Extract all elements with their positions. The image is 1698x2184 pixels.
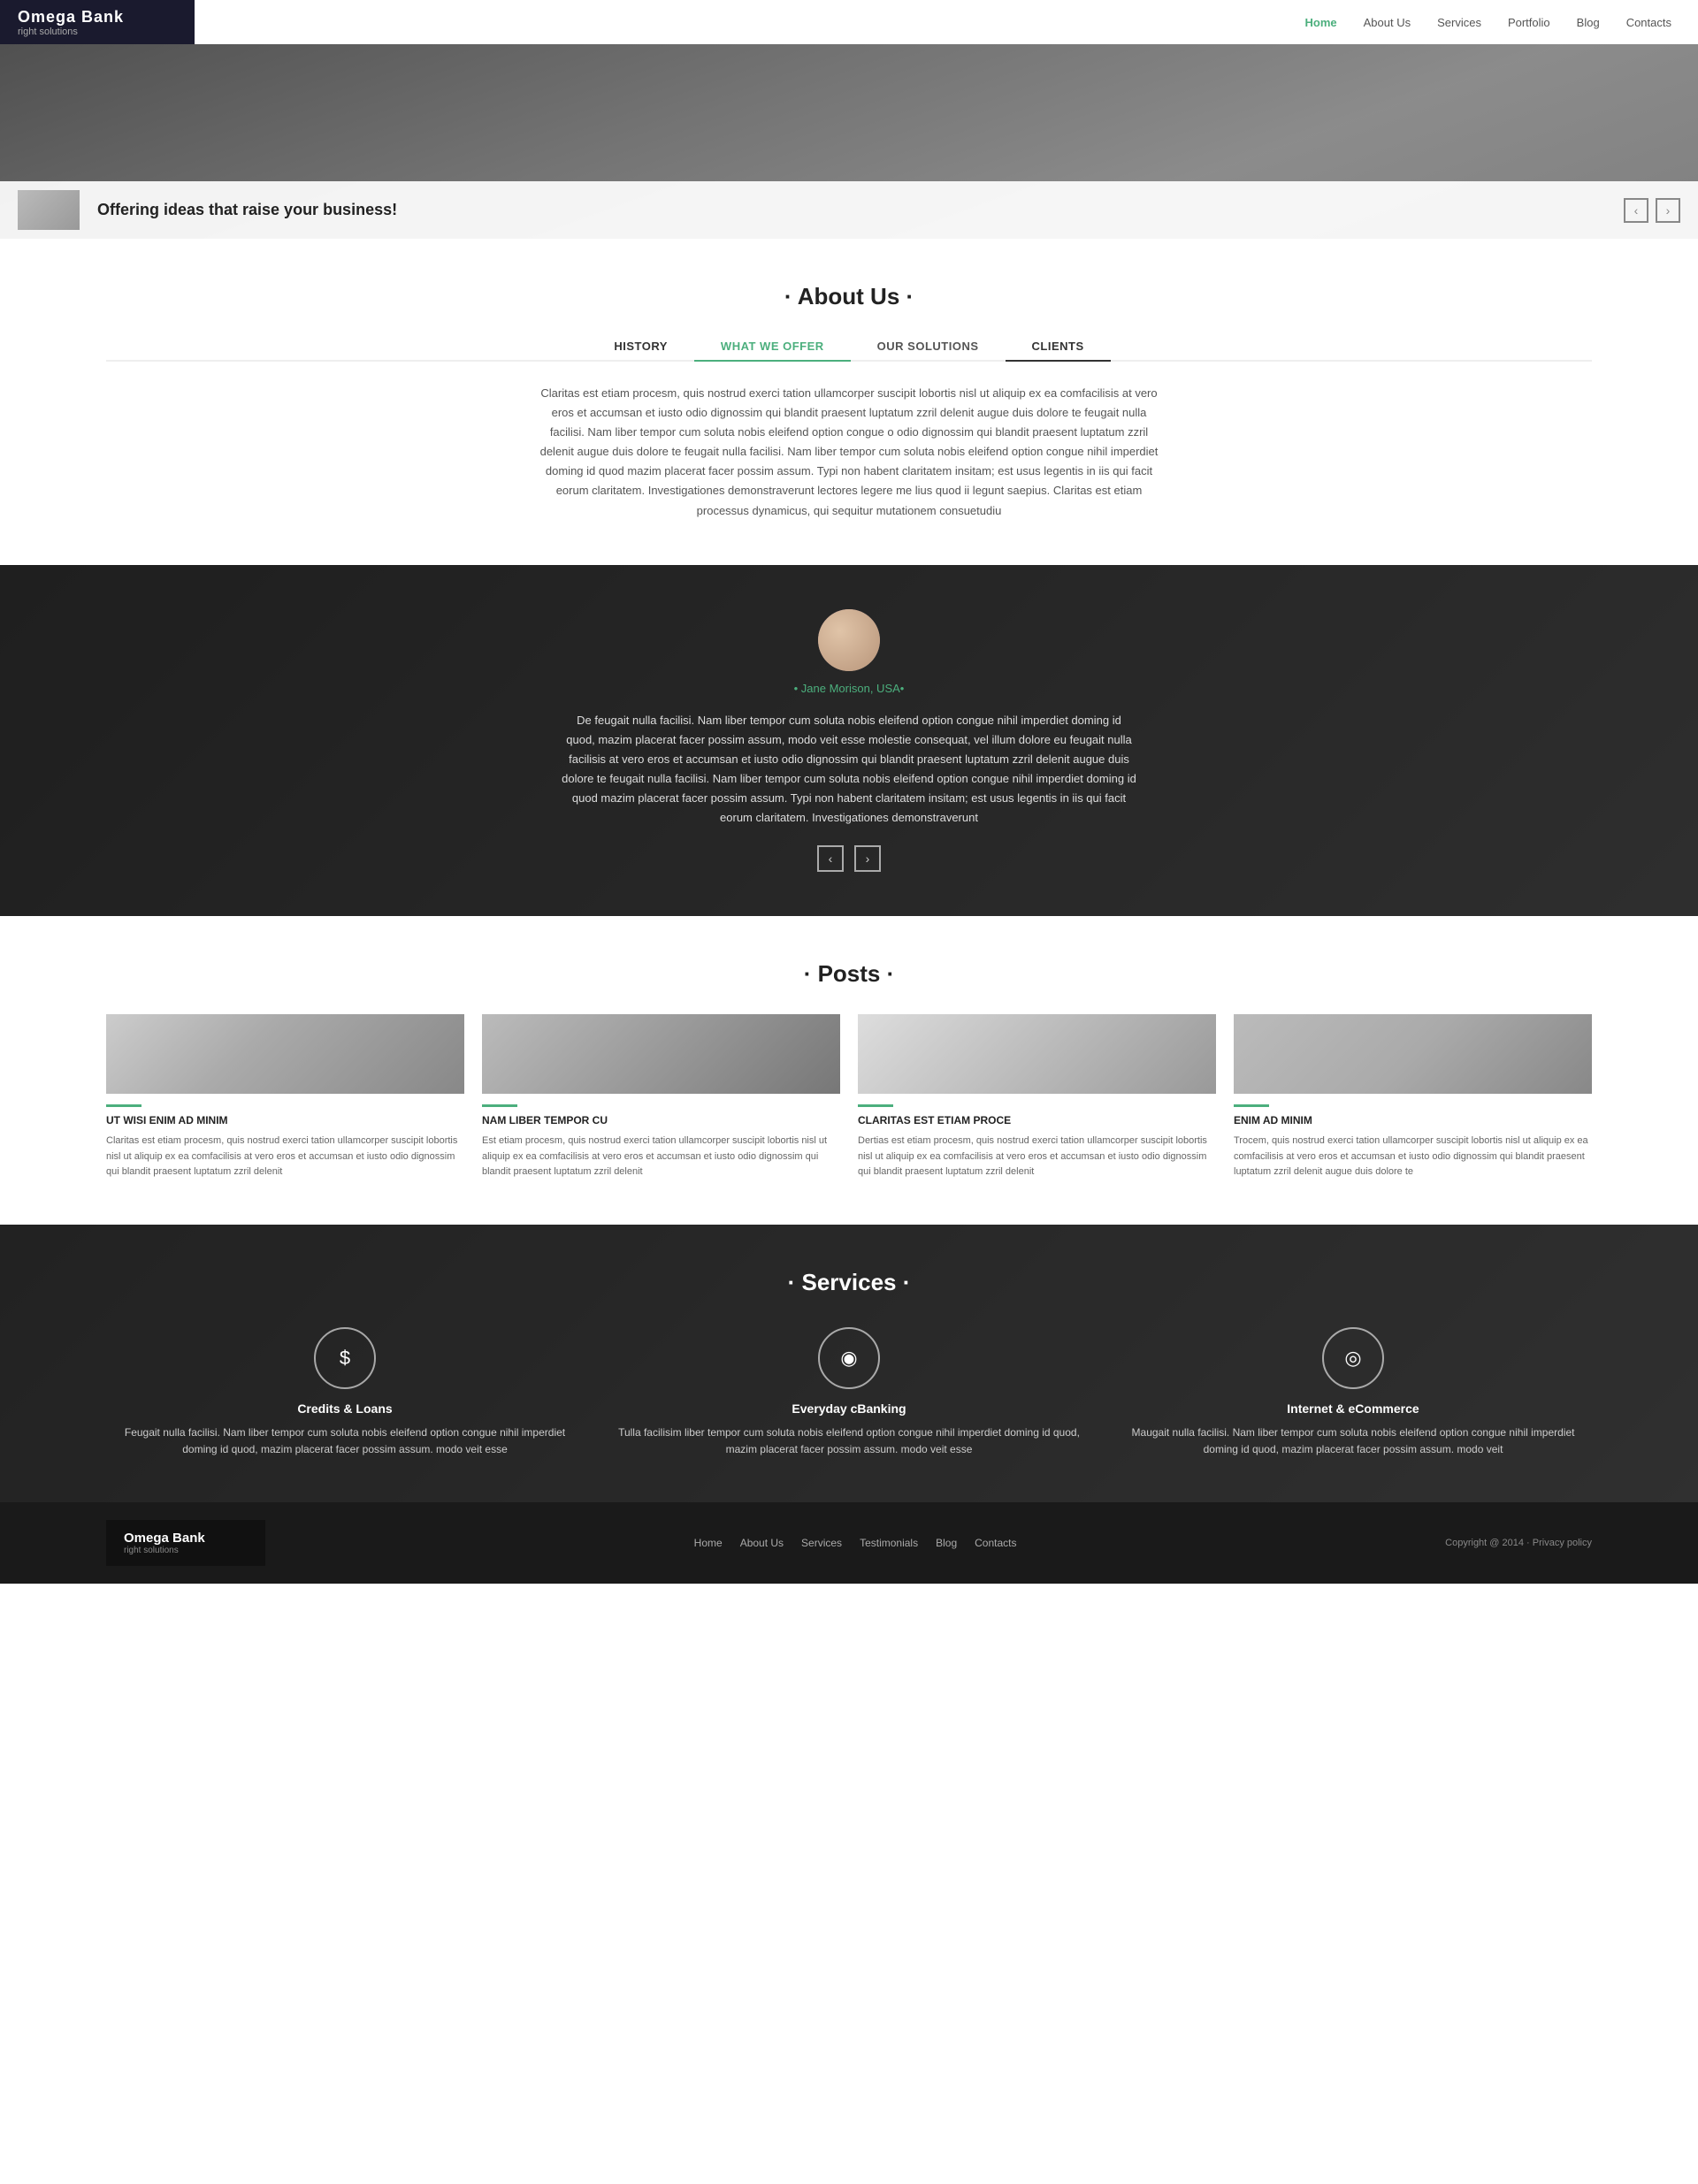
hero-arrows: ‹ › [1624, 198, 1680, 223]
about-content: Claritas est etiam procesm, quis nostrud… [539, 384, 1159, 521]
footer-nav-item-blog[interactable]: Blog [936, 1537, 957, 1549]
post-text-2: Dertias est etiam procesm, quis nostrud … [858, 1134, 1216, 1180]
post-bar-1 [482, 1104, 517, 1107]
post-image-0 [106, 1014, 464, 1094]
nav-item-contacts[interactable]: Contacts [1626, 16, 1671, 29]
hero-next-arrow[interactable]: › [1656, 198, 1680, 223]
post-text-0: Claritas est etiam procesm, quis nostrud… [106, 1134, 464, 1180]
nav-item-services[interactable]: Services [1437, 16, 1481, 29]
service-desc-1: Tulla facilisim liber tempor cum soluta … [610, 1424, 1088, 1458]
posts-title: · Posts · [106, 960, 1592, 988]
service-item-0: $ Credits & Loans Feugait nulla facilisi… [106, 1327, 584, 1458]
service-icon-0: $ [314, 1327, 376, 1389]
post-card-2: CLARITAS EST ETIAM PROCE Dertias est eti… [858, 1014, 1216, 1180]
posts-grid: UT WISI ENIM AD MINIM Claritas est etiam… [106, 1014, 1592, 1180]
services-grid: $ Credits & Loans Feugait nulla facilisi… [106, 1327, 1592, 1458]
post-bar-3 [1234, 1104, 1269, 1107]
post-card-1: NAM LIBER TEMPOR CU Est etiam procesm, q… [482, 1014, 840, 1180]
tab-history[interactable]: HISTORY [587, 332, 694, 360]
post-image-3 [1234, 1014, 1592, 1094]
post-title-0: UT WISI ENIM AD MINIM [106, 1114, 464, 1126]
footer-logo: Omega Bank right solutions [106, 1520, 265, 1566]
logo-area: Omega Bank right solutions [0, 0, 195, 44]
testimonial-arrows: ‹ › [106, 845, 1592, 872]
post-title-1: NAM LIBER TEMPOR CU [482, 1114, 840, 1126]
nav-item-blog[interactable]: Blog [1577, 16, 1600, 29]
testimonial-text: De feugait nulla facilisi. Nam liber tem… [562, 711, 1136, 829]
logo-subtitle: right solutions [18, 27, 177, 37]
footer-nav-item-contacts[interactable]: Contacts [975, 1537, 1016, 1549]
post-image-1 [482, 1014, 840, 1094]
post-card-3: ENIM AD MINIM Trocem, quis nostrud exerc… [1234, 1014, 1592, 1180]
nav-item-home[interactable]: Home [1304, 16, 1336, 29]
footer-logo-subtitle: right solutions [124, 1546, 248, 1555]
service-desc-0: Feugait nulla facilisi. Nam liber tempor… [106, 1424, 584, 1458]
services-section: · Services · $ Credits & Loans Feugait n… [0, 1225, 1698, 1502]
post-card-0: UT WISI ENIM AD MINIM Claritas est etiam… [106, 1014, 464, 1180]
about-tabs: HISTORYWHAT WE OFFEROUR SOLUTIONSCLIENTS [106, 332, 1592, 362]
hero-prev-arrow[interactable]: ‹ [1624, 198, 1648, 223]
footer-nav-item-about-us[interactable]: About Us [740, 1537, 784, 1549]
hero-text: Offering ideas that raise your business! [97, 201, 1606, 219]
avatar [818, 609, 880, 671]
testimonial-next-arrow[interactable]: › [854, 845, 881, 872]
services-title: · Services · [106, 1269, 1592, 1296]
post-bar-2 [858, 1104, 893, 1107]
tab-our-solutions[interactable]: OUR SOLUTIONS [851, 332, 1006, 360]
logo-title: Omega Bank [18, 8, 177, 27]
post-image-2 [858, 1014, 1216, 1094]
post-title-3: ENIM AD MINIM [1234, 1114, 1592, 1126]
footer-copyright: Copyright @ 2014 · Privacy policy [1445, 1538, 1592, 1548]
nav-item-portfolio[interactable]: Portfolio [1508, 16, 1550, 29]
service-item-1: ◉ Everyday cBanking Tulla facilisim libe… [610, 1327, 1088, 1458]
service-name-1: Everyday cBanking [610, 1401, 1088, 1416]
post-bar-0 [106, 1104, 142, 1107]
post-title-2: CLARITAS EST ETIAM PROCE [858, 1114, 1216, 1126]
about-section: · About Us · HISTORYWHAT WE OFFEROUR SOL… [0, 239, 1698, 565]
hero-thumbnail [18, 190, 80, 230]
post-text-1: Est etiam procesm, quis nostrud exerci t… [482, 1134, 840, 1180]
about-title: · About Us · [106, 283, 1592, 310]
footer-nav: Home About Us Services Testimonials Blog Cont… [694, 1537, 1017, 1549]
testimonial-name: Jane Morison, USA [106, 682, 1592, 695]
footer-nav-item-testimonials[interactable]: Testimonials [860, 1537, 918, 1549]
main-nav: Home About Us Services Portfolio Blog Contact… [195, 0, 1698, 44]
service-name-2: Internet & eCommerce [1114, 1401, 1592, 1416]
footer-nav-item-home[interactable]: Home [694, 1537, 723, 1549]
nav-item-about-us[interactable]: About Us [1364, 16, 1411, 29]
hero-banner: Offering ideas that raise your business!… [0, 181, 1698, 239]
service-name-0: Credits & Loans [106, 1401, 584, 1416]
header: Omega Bank right solutions Home About Us S… [0, 0, 1698, 44]
testimonial-prev-arrow[interactable]: ‹ [817, 845, 844, 872]
tab-what-we-offer[interactable]: WHAT WE OFFER [694, 332, 851, 362]
service-desc-2: Maugait nulla facilisi. Nam liber tempor… [1114, 1424, 1592, 1458]
footer-nav-item-services[interactable]: Services [801, 1537, 842, 1549]
avatar-image [818, 609, 880, 671]
service-icon-2: ◎ [1322, 1327, 1384, 1389]
footer-logo-title: Omega Bank [124, 1531, 248, 1546]
testimonials-section: Jane Morison, USA De feugait nulla facil… [0, 565, 1698, 917]
post-text-3: Trocem, quis nostrud exerci tation ullam… [1234, 1134, 1592, 1180]
tab-clients[interactable]: CLIENTS [1006, 332, 1111, 362]
hero-thumb-image [18, 190, 80, 230]
posts-section: · Posts · UT WISI ENIM AD MINIM Claritas… [0, 916, 1698, 1225]
hero-section: Offering ideas that raise your business!… [0, 44, 1698, 239]
service-icon-1: ◉ [818, 1327, 880, 1389]
service-item-2: ◎ Internet & eCommerce Maugait nulla fac… [1114, 1327, 1592, 1458]
footer: Omega Bank right solutions Home About Us S… [0, 1502, 1698, 1584]
